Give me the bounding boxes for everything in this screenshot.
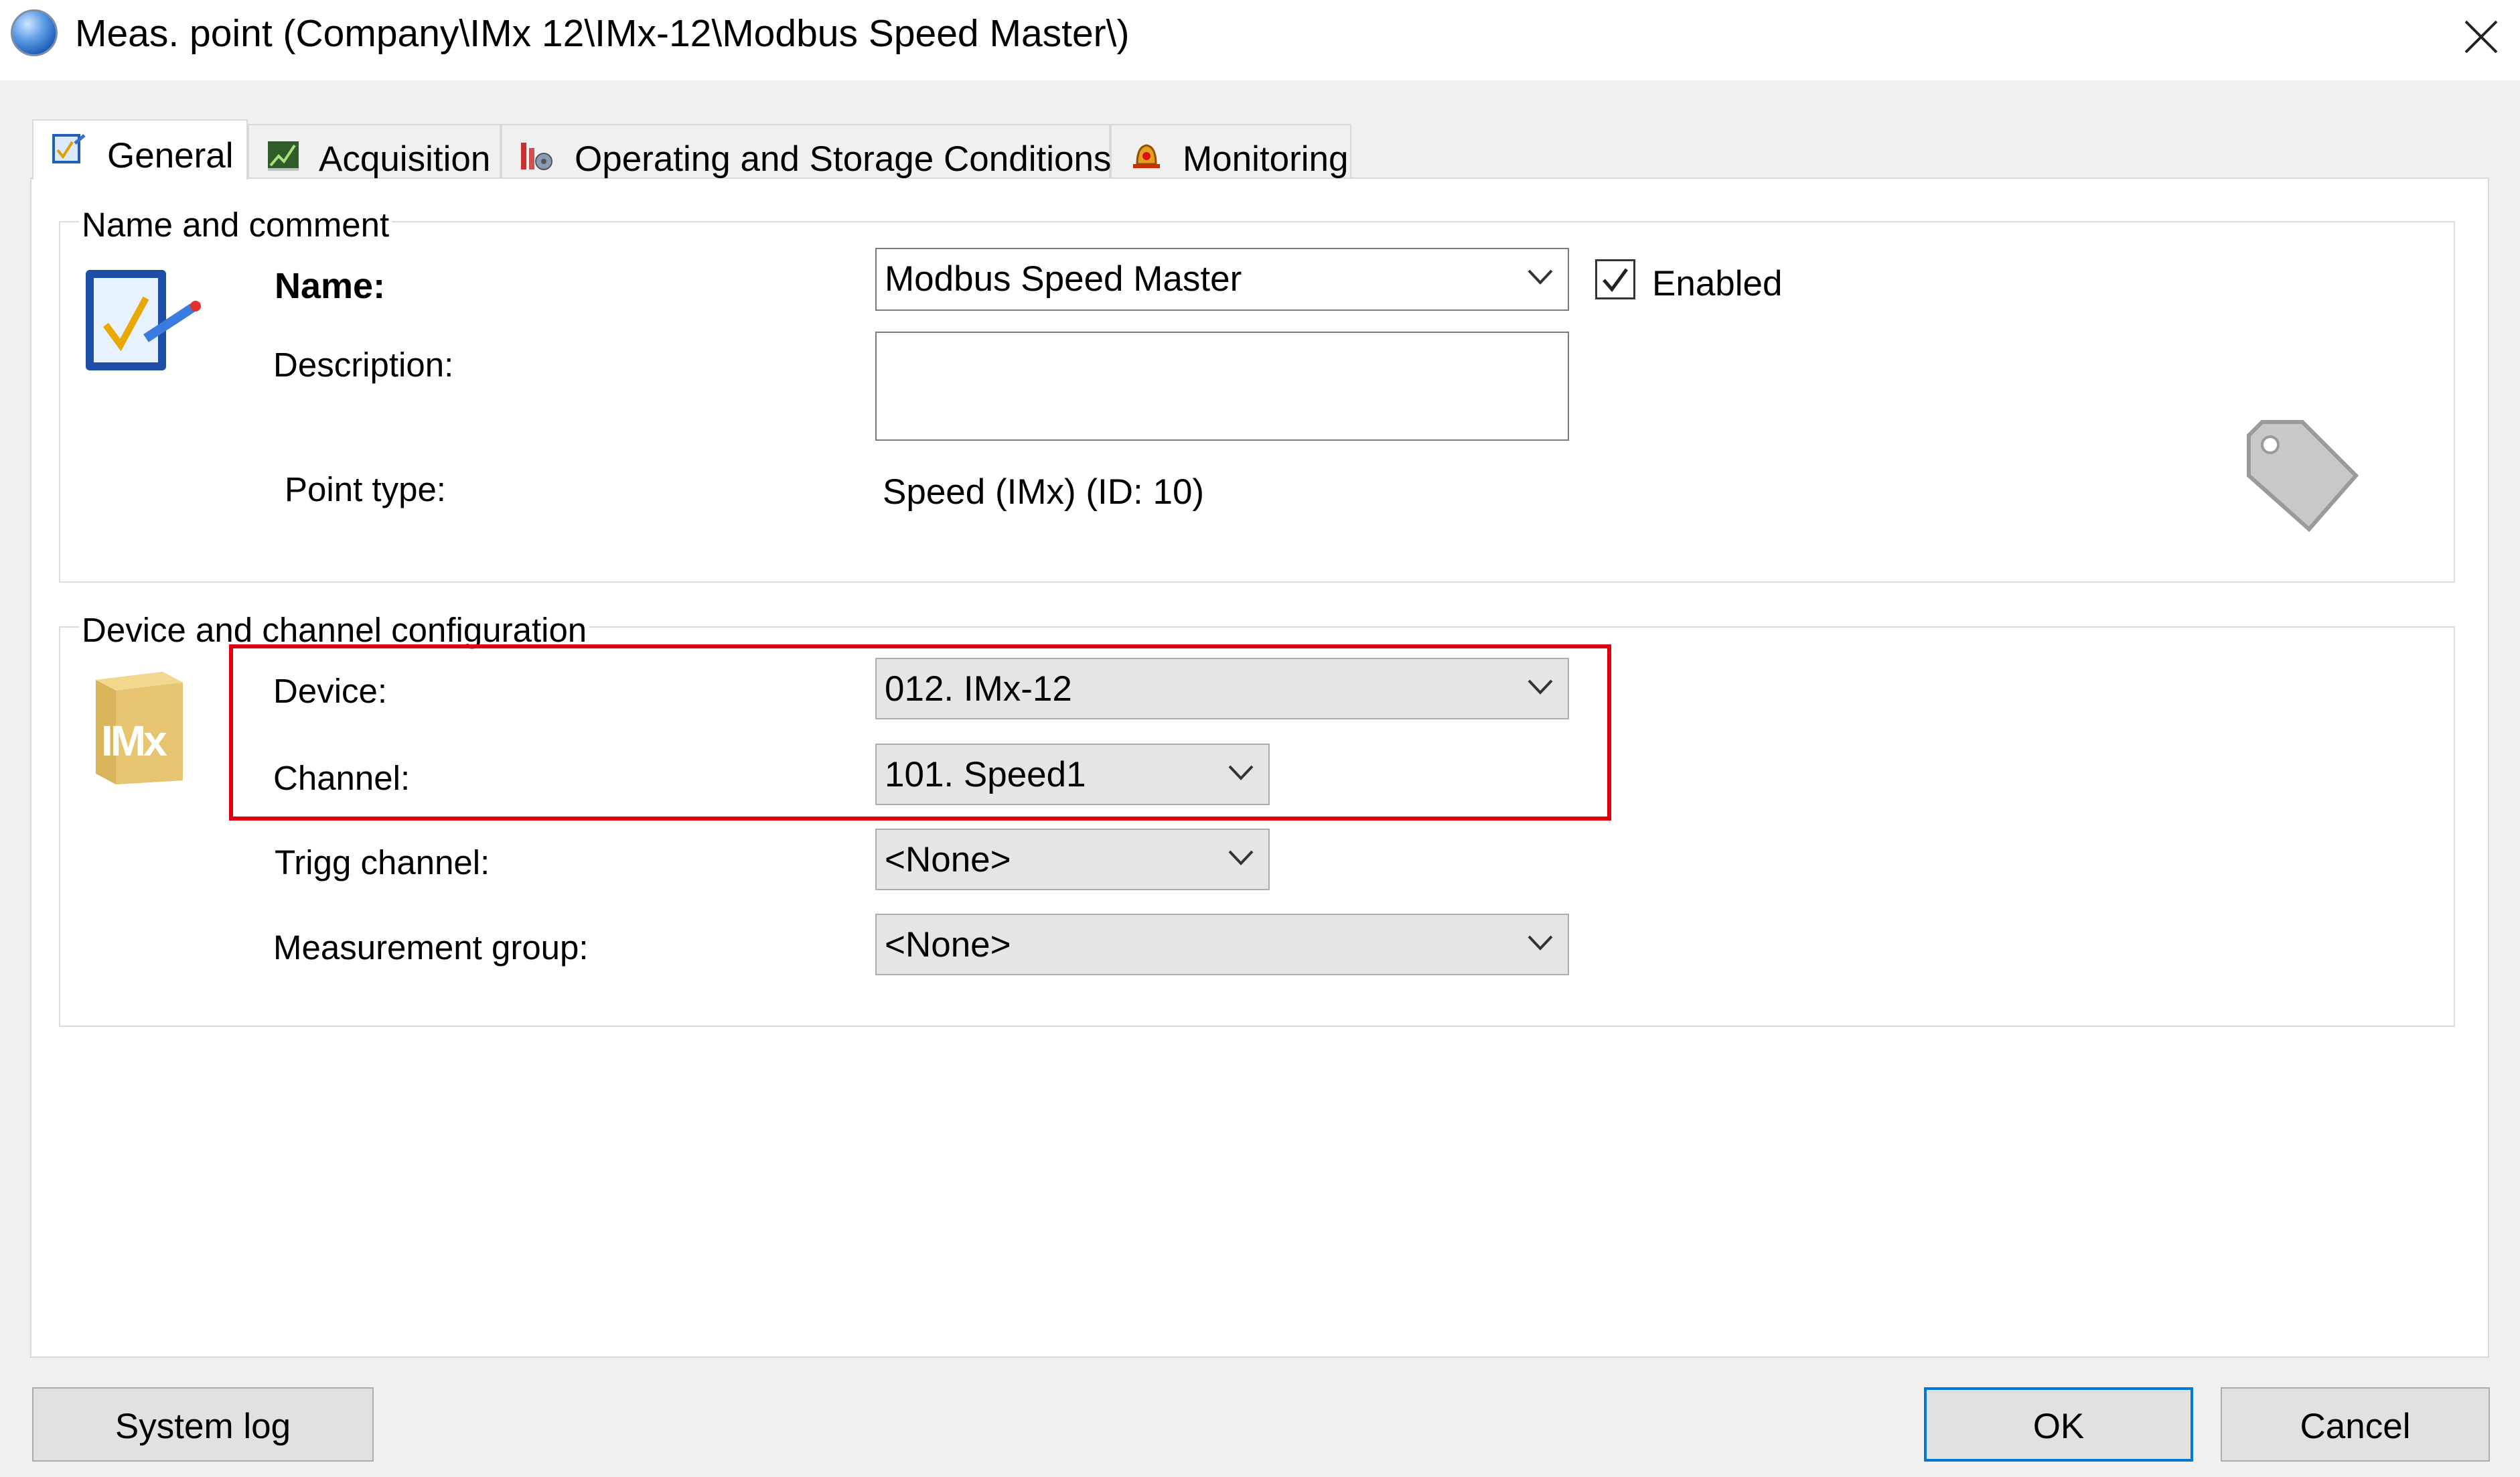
- measurement-group-label: Measurement group:: [273, 928, 589, 967]
- name-comment-group-title: Name and comment: [79, 205, 392, 244]
- trigg-channel-combobox-value: <None>: [885, 840, 1011, 880]
- tab-operating-storage[interactable]: Operating and Storage Conditions: [501, 124, 1112, 179]
- system-log-button[interactable]: System log: [32, 1387, 374, 1462]
- conditions-icon: [521, 143, 552, 170]
- highlight-annotation-box: [229, 644, 1611, 821]
- enabled-checkbox[interactable]: [1595, 259, 1635, 299]
- name-label: Name:: [275, 266, 386, 306]
- tab-general[interactable]: General: [32, 119, 248, 180]
- close-icon[interactable]: [2451, 7, 2511, 67]
- general-tab-icon: [52, 134, 86, 163]
- tab-general-label: General: [107, 136, 234, 175]
- description-label: Description:: [273, 346, 454, 384]
- imx-device-icon: IMx: [89, 666, 188, 786]
- chevron-down-icon: [1528, 935, 1553, 951]
- tag-icon: [2247, 420, 2359, 533]
- edit-checklist-icon: [86, 270, 201, 370]
- trigg-channel-label: Trigg channel:: [275, 843, 490, 882]
- point-type-value: Speed (IMx) (ID: 10): [883, 472, 1205, 512]
- point-type-label: Point type:: [285, 470, 446, 508]
- chevron-down-icon: [1528, 269, 1553, 285]
- cancel-button[interactable]: Cancel: [2221, 1387, 2490, 1462]
- cancel-button-label: Cancel: [2300, 1407, 2411, 1446]
- tab-acquisition-label: Acquisition: [319, 139, 491, 179]
- measurement-group-combobox-value: <None>: [885, 925, 1011, 965]
- alarm-bell-icon: [1133, 144, 1160, 168]
- trigg-channel-combobox[interactable]: <None>: [875, 829, 1270, 890]
- app-globe-icon: [11, 9, 58, 56]
- name-combobox-value: Modbus Speed Master: [885, 259, 1242, 299]
- measurement-group-combobox[interactable]: <None>: [875, 914, 1569, 975]
- description-input[interactable]: [875, 332, 1569, 441]
- imx-device-icon-text: IMx: [101, 717, 167, 765]
- tab-acquisition[interactable]: Acquisition: [248, 124, 501, 179]
- checkmark-icon: [1603, 268, 1629, 293]
- ok-button[interactable]: OK: [1924, 1387, 2193, 1462]
- ok-button-label: OK: [2032, 1407, 2085, 1446]
- name-combobox[interactable]: Modbus Speed Master: [875, 248, 1569, 311]
- chevron-down-icon: [1228, 850, 1254, 865]
- enabled-label: Enabled: [1652, 264, 1783, 303]
- tab-operating-storage-label: Operating and Storage Conditions: [575, 139, 1112, 179]
- window-title: Meas. point (Company\IMx 12\IMx-12\Modbu…: [75, 12, 1130, 55]
- tab-monitoring[interactable]: Monitoring: [1110, 124, 1351, 179]
- tab-monitoring-label: Monitoring: [1183, 139, 1349, 179]
- acquisition-chart-icon: [268, 141, 299, 171]
- system-log-button-label: System log: [115, 1407, 291, 1446]
